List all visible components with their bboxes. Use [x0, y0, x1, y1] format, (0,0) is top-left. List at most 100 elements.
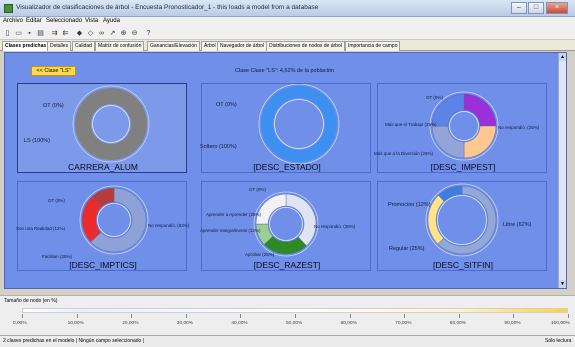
legend-tick-label: 60,00%: [340, 321, 357, 326]
chart-title: [DESC_IMPTICS]: [69, 260, 137, 270]
menu-editar[interactable]: Editar: [26, 18, 42, 24]
forward-icon[interactable]: ◆: [75, 29, 84, 38]
class-header: Clase Clase "LS": 4,62% de la población: [235, 68, 334, 74]
menu-bar: Archivo Editar Seleccionado Vista Ayuda: [0, 17, 575, 27]
slice-label: Regular (25%): [389, 246, 425, 252]
legend-gradient: [22, 308, 568, 313]
toolbar: ▯ ▭ ▪ ▤ ⇉ ⇇ ◆ ◇ ∞ ↗ ⊕ ⊖ ?: [0, 27, 575, 40]
inner-ring: [449, 111, 479, 141]
zoom-in-icon[interactable]: ⊕: [119, 29, 128, 38]
inner-ring: [269, 207, 303, 241]
legend-tick-label: 20,00%: [122, 321, 139, 326]
legend-tick-mark: [458, 314, 460, 318]
legend-tick-mark: [295, 314, 296, 318]
legend-tick-label: 0,00%: [13, 321, 27, 326]
app-icon: [4, 4, 13, 13]
legend-tick-mark: [404, 314, 406, 318]
legend-caption: Tamaño de nodo (en %): [4, 298, 58, 304]
slice-label: No respondió. (63%): [148, 223, 190, 228]
collapse-icon[interactable]: ⇇: [61, 29, 70, 38]
legend-tick-label: 40,00%: [231, 321, 248, 326]
print-icon[interactable]: ▤: [36, 29, 45, 38]
legend-tick-mark: [513, 314, 515, 318]
tab-strip: Clases predichas Detalles Calidad Matriz…: [0, 40, 575, 51]
donut-chart: [258, 84, 340, 165]
chart-cell-carrera-alum[interactable]: OT (0%) LS (100%) CARRERA_ALUM: [17, 83, 187, 173]
scroll-up-icon[interactable]: ▲: [559, 53, 566, 61]
legend-tick-label: 50,00%: [286, 321, 303, 326]
menu-ayuda[interactable]: Ayuda: [103, 18, 120, 24]
slice-label: OT (0%): [43, 103, 64, 109]
zoom-out-icon[interactable]: ⊖: [130, 29, 139, 38]
expand-icon[interactable]: ⇉: [50, 29, 59, 38]
chart-title: [DESC_IMPEST]: [430, 162, 496, 172]
readonly-status: Sólo lectura: [545, 338, 572, 344]
chart-cell-desc-imptics[interactable]: OT (0%) Son una Realidad (12%) Facilitan…: [16, 181, 190, 271]
status-bar: 2 clases predichas en el modelo | Ningún…: [0, 335, 575, 347]
vertical-scrollbar[interactable]: ▲ ▼: [558, 53, 566, 288]
outer-ring: [425, 183, 499, 257]
slice-label: OT (0%): [426, 95, 443, 100]
chart-title: [DESC_RAZEST]: [253, 260, 321, 270]
legend-tick-mark: [131, 314, 133, 318]
slice-soltero: [261, 86, 337, 162]
node-size-legend: Tamaño de nodo (en %) 0,00% 10,00% 20,00% 3…: [0, 295, 575, 335]
chart-title: CARRERA_ALUM: [68, 162, 138, 172]
back-icon[interactable]: ◇: [86, 29, 95, 38]
menu-vista[interactable]: Vista: [85, 18, 98, 24]
slice-label: Facilitan (25%): [42, 254, 73, 259]
tab-importancia-campo[interactable]: Importancia de campo: [345, 41, 401, 51]
minimize-button[interactable]: –: [511, 2, 527, 14]
new-icon[interactable]: ▯: [3, 29, 12, 38]
chart-title: [DESC_SITFIN]: [433, 260, 493, 270]
maximize-button[interactable]: □: [528, 2, 544, 14]
inner-ring: [92, 105, 130, 143]
menu-seleccionado[interactable]: Seleccionado: [46, 18, 82, 24]
binoculars-icon[interactable]: ∞: [97, 29, 106, 38]
close-button[interactable]: ×: [546, 2, 568, 14]
tab-ganancias[interactable]: Ganancias/Elevación: [147, 41, 200, 51]
help-icon[interactable]: ?: [144, 29, 153, 38]
donut-chart: [72, 85, 150, 163]
status-text: 2 clases predichas en el modelo | Ningún…: [3, 338, 145, 344]
tab-matriz-confusion[interactable]: Matriz de confusión: [95, 41, 145, 51]
inner-ring: [437, 195, 487, 245]
inner-ring: [97, 203, 131, 237]
title-bar: Visualizador de clasificaciones de árbol…: [0, 0, 575, 17]
chart-cell-desc-razest[interactable]: OT (0%) Aprender a Aprender (25%) Aprend…: [200, 181, 371, 271]
slice-label: Aprobar (25%): [245, 252, 275, 257]
slice-label: Son una Realidad (12%): [16, 226, 66, 231]
tab-detalles[interactable]: Detalles: [47, 41, 72, 51]
slice-aprender-a-aprender: [255, 193, 287, 225]
chart-cell-desc-sitfin[interactable]: Promoción (12%) Regular (25%) Libre (62%…: [377, 181, 547, 271]
legend-tick-mark: [568, 314, 569, 318]
save-icon[interactable]: ▪: [25, 29, 34, 38]
predicted-classes-panel: << Clase "LS" Clase Clase "LS": 4,62% de…: [4, 52, 567, 289]
chart-cell-desc-impest[interactable]: OT (0%) Más que el Trabajo (25%) Más que…: [374, 83, 547, 173]
legend-tick-mark: [76, 314, 78, 318]
slice-ls: [75, 88, 147, 160]
slice-label: Aprender a Aprender (25%): [206, 212, 262, 217]
legend-tick-label: 80,00%: [449, 321, 467, 326]
legend-tick-label: 30,00%: [176, 321, 194, 326]
menu-archivo[interactable]: Archivo: [3, 18, 23, 24]
slice-label: Soltero (100%): [200, 144, 237, 150]
scroll-down-icon[interactable]: ▼: [559, 280, 566, 288]
slice-m-s-que-el-trabajo: [463, 93, 497, 127]
tab-navegador-arbol[interactable]: Navegador de árbol: [217, 41, 267, 51]
tab-clases-predichas[interactable]: Clases predichas: [2, 41, 50, 51]
slice-m-s-que-a-la-diversi-n: [463, 125, 497, 159]
open-icon[interactable]: ▭: [14, 29, 23, 38]
slice-no-respondi-: [431, 125, 465, 159]
slice-label: LS (100%): [24, 138, 50, 144]
chart-cell-desc-estado[interactable]: OT (0%) Soltero (100%) [DESC_ESTADO]: [200, 83, 371, 173]
tab-calidad[interactable]: Calidad: [72, 41, 95, 51]
window-title: Visualizador de clasificaciones de árbol…: [16, 4, 319, 11]
legend-tick-mark: [240, 314, 242, 318]
pointer-icon[interactable]: ↗: [108, 29, 117, 38]
tab-distribuciones[interactable]: Distribuciones de nodos de árbol: [266, 41, 345, 51]
slice-label: Más que a la Diversión (25%): [374, 151, 434, 156]
inner-ring: [274, 99, 324, 149]
legend-tick-label: 70,00%: [395, 321, 412, 326]
back-to-class-button[interactable]: << Clase "LS": [31, 66, 76, 76]
